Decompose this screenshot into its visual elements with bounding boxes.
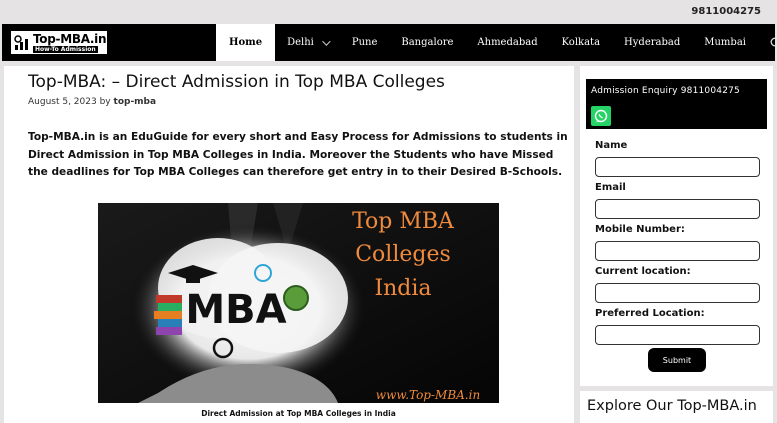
nav-item-home[interactable]: Home <box>216 24 276 61</box>
mobile-label: Mobile Number: <box>595 224 685 235</box>
explore-heading: Explore Our Top-MBA.in <box>587 398 757 414</box>
search-button[interactable] <box>758 24 777 61</box>
name-label: Name <box>595 140 628 151</box>
nav-item-kolkata[interactable]: Kolkata <box>550 24 612 61</box>
primary-nav: Home Delhi Pune Bangalore Ahmedabad Kolk… <box>216 24 777 61</box>
intro-paragraph: Top-MBA.in is an EduGuide for every shor… <box>28 131 568 178</box>
banner-line-1: Top MBA <box>352 209 455 234</box>
current-location-field[interactable] <box>595 283 760 303</box>
page-title: Top-MBA: – Direct Admission in Top MBA C… <box>28 72 445 92</box>
current-location-label: Current location: <box>595 266 691 277</box>
phone-number[interactable]: 9811004275 <box>691 6 761 17</box>
search-icon <box>770 37 777 46</box>
site-logo[interactable]: Top-MBA.in How-To Admission <box>10 30 108 55</box>
nav-item-hyderabad[interactable]: Hyderabad <box>612 24 692 61</box>
nav-item-bangalore[interactable]: Bangalore <box>389 24 465 61</box>
post-author[interactable]: top-mba <box>114 97 157 107</box>
article-banner-image: MBA Top MBA Colleges India www.Top-MBA.i… <box>98 203 499 403</box>
banner-line-2: Colleges <box>355 242 451 267</box>
enquiry-sidebar: Admission Enquiry 9811004275 Name Email … <box>580 66 773 386</box>
explore-widget: Explore Our Top-MBA.in <box>580 391 773 423</box>
preferred-location-label: Preferred Location: <box>595 308 705 319</box>
post-date[interactable]: August 5, 2023 <box>28 97 97 107</box>
post-meta: August 5, 2023 by top-mba <box>28 97 156 107</box>
name-field[interactable] <box>595 157 760 177</box>
logo-icon <box>14 35 28 50</box>
main-navbar: Top-MBA.in How-To Admission Home Delhi P… <box>2 24 777 61</box>
whatsapp-icon <box>594 109 608 123</box>
nav-item-mumbai[interactable]: Mumbai <box>692 24 758 61</box>
nav-item-label: Delhi <box>287 37 314 48</box>
nav-item-pune[interactable]: Pune <box>340 24 390 61</box>
image-caption: Direct Admission at Top MBA Colleges in … <box>201 409 396 418</box>
chevron-down-icon[interactable] <box>322 36 331 46</box>
nav-item-label: Kolkata <box>561 37 601 48</box>
nav-item-label: Home <box>229 37 263 48</box>
nav-item-label: Pune <box>351 37 378 48</box>
email-label: Email <box>595 182 626 193</box>
admission-enquiry-box: Admission Enquiry 9811004275 <box>586 79 767 129</box>
enquiry-text: Admission Enquiry 9811004275 <box>591 86 740 96</box>
whatsapp-button[interactable] <box>591 106 611 126</box>
preferred-location-field[interactable] <box>595 325 760 345</box>
nav-item-label: Ahmedabad <box>477 37 538 48</box>
banner-url: www.Top-MBA.in <box>376 388 480 402</box>
nav-item-label: Mumbai <box>704 37 746 48</box>
banner-center-text: MBA <box>185 287 286 333</box>
banner-illustration: MBA Top MBA Colleges India www.Top-MBA.i… <box>98 203 499 403</box>
top-bar: 9811004275 <box>0 0 777 24</box>
mobile-field[interactable] <box>595 241 760 261</box>
nav-item-label: Bangalore <box>401 37 454 48</box>
article-content: Top-MBA: – Direct Admission in Top MBA C… <box>4 66 574 423</box>
logo-title: Top-MBA.in <box>33 32 107 46</box>
submit-button[interactable]: Submit <box>648 348 706 372</box>
nav-item-label: Hyderabad <box>624 37 681 48</box>
nav-item-delhi[interactable]: Delhi <box>275 24 340 61</box>
email-field[interactable] <box>595 199 760 219</box>
logo-tagline: How-To Admission <box>33 46 98 53</box>
nav-item-ahmedabad[interactable]: Ahmedabad <box>465 24 549 61</box>
post-by: by <box>99 97 111 107</box>
banner-line-3: India <box>374 276 431 301</box>
